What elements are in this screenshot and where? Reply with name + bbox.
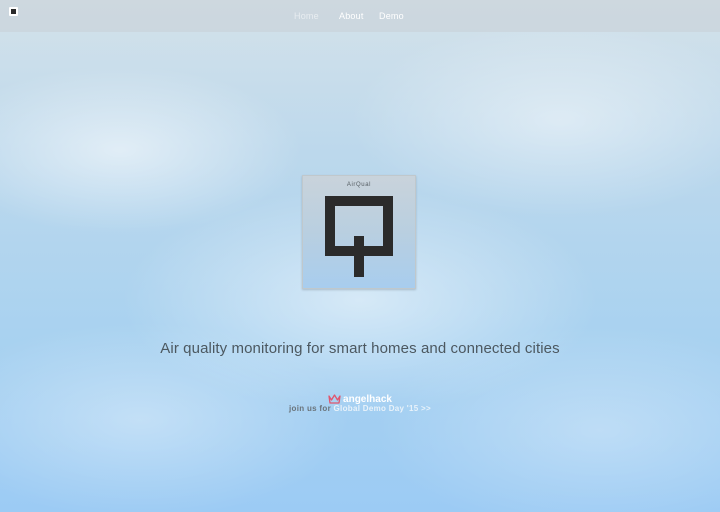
- crown-icon: [328, 394, 341, 404]
- logo-title: AirQual: [346, 182, 372, 188]
- airqual-logo-card: AirQual: [302, 175, 416, 289]
- nav-demo-link[interactable]: Demo: [379, 11, 404, 21]
- join-prefix: join us for: [289, 404, 331, 413]
- angelhack-logo[interactable]: angelhack: [328, 394, 392, 405]
- join-line: join us for Global Demo Day '15 >>: [0, 404, 720, 413]
- hero-tagline: Air quality monitoring for smart homes a…: [160, 340, 560, 357]
- nav-home-link[interactable]: Home: [294, 11, 319, 21]
- global-demo-day-link[interactable]: Global Demo Day '15 >>: [334, 404, 431, 413]
- top-navbar: Home About Demo: [0, 0, 720, 32]
- brand-logo-icon[interactable]: [9, 7, 18, 16]
- airqual-q-logo-icon: [325, 196, 393, 277]
- nav-about-link[interactable]: About: [339, 11, 364, 21]
- angelhack-logo-text: angelhack: [343, 393, 392, 405]
